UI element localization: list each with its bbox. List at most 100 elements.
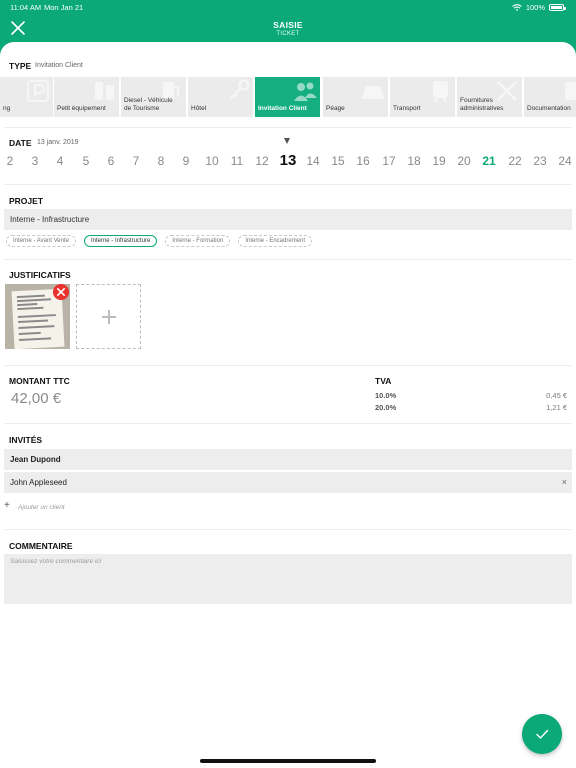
form-sheet <box>0 42 576 768</box>
day-item[interactable]: 12 <box>250 154 274 168</box>
day-item[interactable]: 17 <box>377 154 401 168</box>
projet-chips: Interne - Avant Vente Interne - Infrastr… <box>6 235 313 248</box>
tva-amount: 0,45 € <box>546 391 567 400</box>
tools-icon <box>95 82 114 100</box>
date-caret-icon <box>284 138 290 144</box>
divider <box>4 365 572 366</box>
day-item[interactable]: 22 <box>503 154 527 168</box>
receipt-line <box>16 298 52 302</box>
projet-field[interactable]: Interne - Infrastructure <box>4 209 572 230</box>
guest-name: John Appleseed <box>10 478 67 487</box>
add-receipt-button[interactable] <box>76 284 141 349</box>
day-item[interactable]: 3 <box>23 154 47 168</box>
projet-chip[interactable]: Interne - Encadrement <box>238 235 313 247</box>
type-card-petit-equipement[interactable]: Petit équipement <box>54 77 119 117</box>
type-card-transport[interactable]: Transport <box>390 77 455 117</box>
type-label: TYPE <box>9 61 32 71</box>
day-item[interactable]: 9 <box>174 154 198 168</box>
day-item[interactable]: 15 <box>326 154 350 168</box>
date-value: 13 janv. 2019 <box>37 139 79 146</box>
montant-label: MONTANT TTC <box>9 376 70 386</box>
add-client-row[interactable]: + <box>4 497 572 517</box>
status-date: Mon Jan 21 <box>44 3 84 12</box>
type-card-parking[interactable]: ng <box>0 77 53 117</box>
type-card-diesel[interactable]: Diesel - Véhicule de Tourisme <box>121 77 186 117</box>
type-card-peage[interactable]: Péage <box>323 77 388 117</box>
type-card-fournitures[interactable]: Fournitures administratives <box>457 77 522 117</box>
guest-row-primary[interactable]: Jean Dupond <box>4 449 572 470</box>
tva-amount: 1,21 € <box>546 403 567 412</box>
status-time: 11:04 AM <box>10 3 42 12</box>
type-card-label: Hôtel <box>191 105 207 112</box>
train-icon <box>433 81 448 103</box>
type-card-label: Transport <box>393 105 421 112</box>
divider <box>4 529 572 530</box>
parking-icon <box>27 80 49 102</box>
day-item[interactable]: 16 <box>351 154 375 168</box>
guest-row[interactable]: John Appleseed × <box>4 472 572 493</box>
projet-value: Interne - Infrastructure <box>10 215 90 224</box>
receipt-line <box>17 303 38 306</box>
remove-icon[interactable] <box>53 284 69 300</box>
montant-value[interactable]: 42,00 € <box>11 390 61 407</box>
battery-level <box>551 6 562 9</box>
comment-field[interactable] <box>4 554 572 604</box>
add-client-plus-icon[interactable]: + <box>4 500 10 511</box>
type-card-label: Péage <box>326 105 345 112</box>
add-client-input[interactable] <box>18 500 571 514</box>
type-carousel[interactable]: ng Petit équipement Diesel - Véhicule de… <box>0 77 576 117</box>
page-subtitle: TICKET <box>276 31 300 37</box>
type-card-invitation-client[interactable]: Invitation Client <box>255 77 320 117</box>
type-card-label: Documentation <box>527 105 571 112</box>
expense-entry-screen: 11:04 AM Mon Jan 21 100% SAISIE TICKET T… <box>0 0 576 768</box>
projet-chip[interactable]: Interne - Avant Vente <box>6 235 76 247</box>
type-card-documentation[interactable]: Documentation <box>524 77 576 117</box>
type-card-label: Petit équipement <box>57 105 106 112</box>
type-selected-value: Invitation Client <box>35 62 83 69</box>
projet-chip-selected[interactable]: Interne - Infrastructure <box>83 235 158 247</box>
date-label: DATE <box>9 138 32 148</box>
day-item[interactable]: 4 <box>48 154 72 168</box>
divider <box>4 259 572 260</box>
day-item[interactable]: 18 <box>402 154 426 168</box>
day-item[interactable]: 23 <box>528 154 552 168</box>
plus-icon <box>102 310 116 324</box>
day-item[interactable]: 7 <box>124 154 148 168</box>
type-card-label: ng <box>3 105 11 112</box>
day-item[interactable]: 24 <box>553 154 576 168</box>
day-item[interactable]: 2 <box>0 154 22 168</box>
receipt-line <box>18 319 49 323</box>
car-icon <box>362 86 384 99</box>
day-item[interactable]: 8 <box>149 154 173 168</box>
book-icon <box>565 82 576 100</box>
home-indicator <box>200 759 376 763</box>
remove-guest-icon[interactable]: × <box>562 477 567 487</box>
commentaire-label: COMMENTAIRE <box>9 541 73 551</box>
day-picker[interactable]: 2 3 4 5 6 7 8 9 10 11 12 13 14 15 16 17 … <box>0 154 576 172</box>
day-item[interactable]: 5 <box>74 154 98 168</box>
divider <box>4 127 572 128</box>
divider <box>4 423 572 424</box>
day-item[interactable]: 14 <box>301 154 325 168</box>
key-icon <box>229 79 250 100</box>
wifi-icon <box>511 4 522 11</box>
people-icon <box>294 82 317 101</box>
type-card-label: Fournitures administratives <box>460 97 504 112</box>
day-item[interactable]: 10 <box>200 154 224 168</box>
day-item[interactable]: 6 <box>99 154 123 168</box>
confirm-button[interactable] <box>522 714 562 754</box>
projet-chip[interactable]: Interne - Formation <box>165 235 231 247</box>
day-item[interactable]: 11 <box>225 154 249 168</box>
justificatifs-label: JUSTIFICATIFS <box>9 270 71 280</box>
battery-percent: 100% <box>525 3 545 12</box>
day-item-today[interactable]: 21 <box>477 154 501 168</box>
battery-icon <box>549 4 566 11</box>
tva-label: TVA <box>375 376 392 386</box>
type-card-hotel[interactable]: Hôtel <box>188 77 253 117</box>
day-item[interactable]: 19 <box>427 154 451 168</box>
invites-label: INVITÉS <box>9 435 43 445</box>
receipt-line <box>18 325 55 329</box>
day-item-selected[interactable]: 13 <box>276 154 300 169</box>
day-item[interactable]: 20 <box>452 154 476 168</box>
tva-rate: 10.0% <box>375 391 397 400</box>
